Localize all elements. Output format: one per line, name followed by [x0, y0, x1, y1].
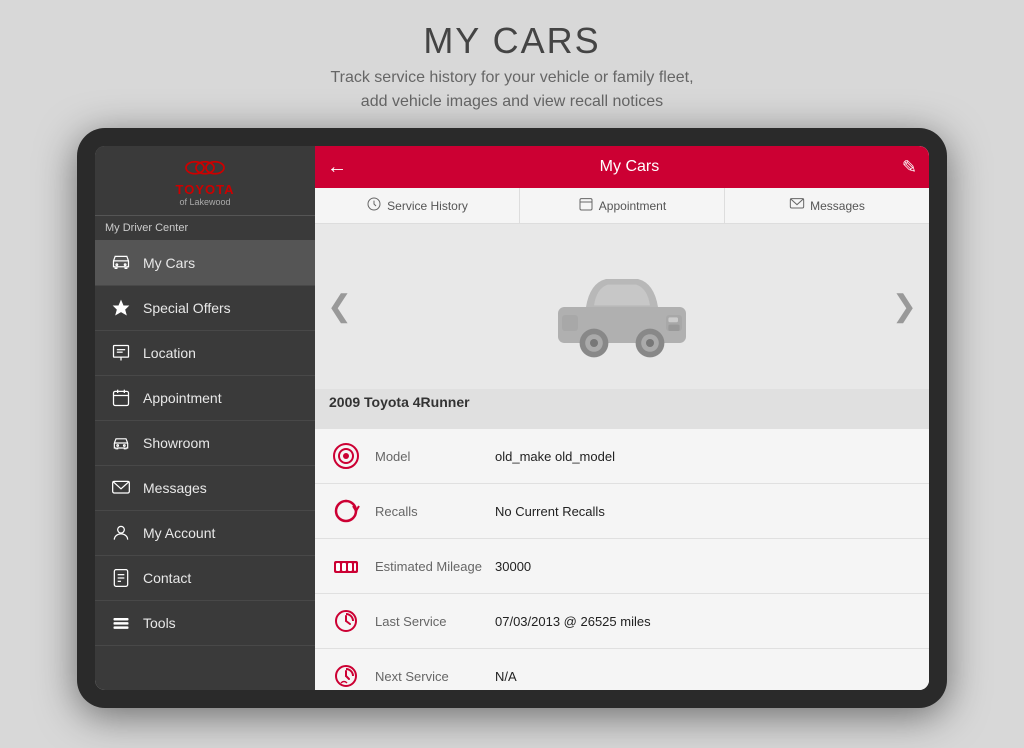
tablet-frame: TOYOTA of Lakewood My Driver Center My C… — [77, 128, 947, 708]
tab-label-service-history: Service History — [387, 199, 468, 213]
topbar-title: My Cars — [357, 158, 902, 176]
prev-car-button[interactable]: ❮ — [327, 289, 352, 324]
tablet-screen: TOYOTA of Lakewood My Driver Center My C… — [95, 146, 929, 690]
tab-service-history[interactable]: Service History — [315, 188, 520, 223]
detail-icon-mileage — [329, 549, 363, 583]
page-title: MY CARS — [0, 20, 1024, 62]
sidebar: TOYOTA of Lakewood My Driver Center My C… — [95, 146, 315, 690]
sidebar-icon-showroom — [109, 431, 133, 455]
detail-icon-last-service — [329, 604, 363, 638]
page-subtitle: Track service history for your vehicle o… — [0, 66, 1024, 114]
detail-label-mileage: Estimated Mileage — [375, 559, 495, 574]
detail-value-last-service: 07/03/2013 @ 26525 miles — [495, 614, 651, 629]
main-content: ← My Cars ✎ Service History Appointment … — [315, 146, 929, 690]
top-bar: ← My Cars ✎ — [315, 146, 929, 188]
logo-sub: of Lakewood — [179, 197, 230, 207]
driver-center-label: My Driver Center — [95, 216, 315, 241]
detail-value-next-service: N/A — [495, 669, 517, 684]
detail-label-last-service: Last Service — [375, 614, 495, 629]
sidebar-icon-my-account — [109, 521, 133, 545]
detail-label-recalls: Recalls — [375, 504, 495, 519]
detail-icon-recalls — [329, 494, 363, 528]
toyota-ring-icon — [185, 158, 225, 182]
detail-row-recalls: Recalls No Current Recalls — [315, 484, 929, 539]
logo-text: TOYOTA — [176, 182, 235, 197]
car-image — [542, 252, 702, 362]
detail-label-model: Model — [375, 449, 495, 464]
sidebar-icon-contact — [109, 566, 133, 590]
sidebar-item-my-cars[interactable]: My Cars — [95, 241, 315, 286]
detail-label-next-service: Next Service — [375, 669, 495, 684]
sidebar-logo: TOYOTA of Lakewood — [95, 146, 315, 216]
detail-row-model: Model old_make old_model — [315, 429, 929, 484]
sidebar-icon-appointment — [109, 386, 133, 410]
tab-bar: Service History Appointment Messages — [315, 188, 929, 224]
next-car-button[interactable]: ❯ — [892, 289, 917, 324]
sidebar-item-special-offers[interactable]: Special Offers — [95, 286, 315, 331]
detail-value-recalls: No Current Recalls — [495, 504, 605, 519]
car-area: ❮ — [315, 224, 929, 429]
detail-list: Model old_make old_model Recalls No Curr… — [315, 429, 929, 690]
detail-value-model: old_make old_model — [495, 449, 615, 464]
sidebar-label-showroom: Showroom — [143, 435, 210, 451]
tab-icon-messages — [789, 196, 805, 215]
sidebar-icon-my-cars — [109, 251, 133, 275]
edit-button[interactable]: ✎ — [902, 157, 917, 178]
sidebar-label-location: Location — [143, 345, 196, 361]
detail-icon-next-service — [329, 659, 363, 690]
sidebar-item-messages[interactable]: Messages — [95, 466, 315, 511]
detail-icon-model — [329, 439, 363, 473]
tab-icon-appointment — [578, 196, 594, 215]
back-button[interactable]: ← — [327, 156, 347, 179]
tab-label-messages: Messages — [810, 199, 865, 213]
sidebar-item-appointment[interactable]: Appointment — [95, 376, 315, 421]
car-name: 2009 Toyota 4Runner — [315, 389, 929, 415]
sidebar-nav: My Cars Special Offers Location Appointm… — [95, 241, 315, 690]
sidebar-item-contact[interactable]: Contact — [95, 556, 315, 601]
detail-row-next-service: Next Service N/A — [315, 649, 929, 690]
sidebar-icon-messages — [109, 476, 133, 500]
sidebar-item-location[interactable]: Location — [95, 331, 315, 376]
sidebar-item-showroom[interactable]: Showroom — [95, 421, 315, 466]
sidebar-icon-special-offers — [109, 296, 133, 320]
sidebar-item-tools[interactable]: Tools — [95, 601, 315, 646]
sidebar-label-special-offers: Special Offers — [143, 300, 231, 316]
page-header: MY CARS Track service history for your v… — [0, 0, 1024, 128]
sidebar-label-my-account: My Account — [143, 525, 215, 541]
sidebar-label-appointment: Appointment — [143, 390, 222, 406]
tab-icon-service-history — [366, 196, 382, 215]
tab-label-appointment: Appointment — [599, 199, 666, 213]
detail-row-mileage: Estimated Mileage 30000 — [315, 539, 929, 594]
detail-value-mileage: 30000 — [495, 559, 531, 574]
tab-appointment[interactable]: Appointment — [520, 188, 725, 223]
tab-messages[interactable]: Messages — [725, 188, 929, 223]
detail-row-last-service: Last Service 07/03/2013 @ 26525 miles — [315, 594, 929, 649]
sidebar-icon-location — [109, 341, 133, 365]
sidebar-label-tools: Tools — [143, 615, 176, 631]
car-pointer-triangle — [610, 415, 634, 429]
car-display: ❮ — [315, 224, 929, 389]
sidebar-label-contact: Contact — [143, 570, 191, 586]
toyota-logo: TOYOTA of Lakewood — [176, 158, 235, 207]
sidebar-item-my-account[interactable]: My Account — [95, 511, 315, 556]
sidebar-label-messages: Messages — [143, 480, 207, 496]
sidebar-icon-tools — [109, 611, 133, 635]
sidebar-label-my-cars: My Cars — [143, 255, 195, 271]
